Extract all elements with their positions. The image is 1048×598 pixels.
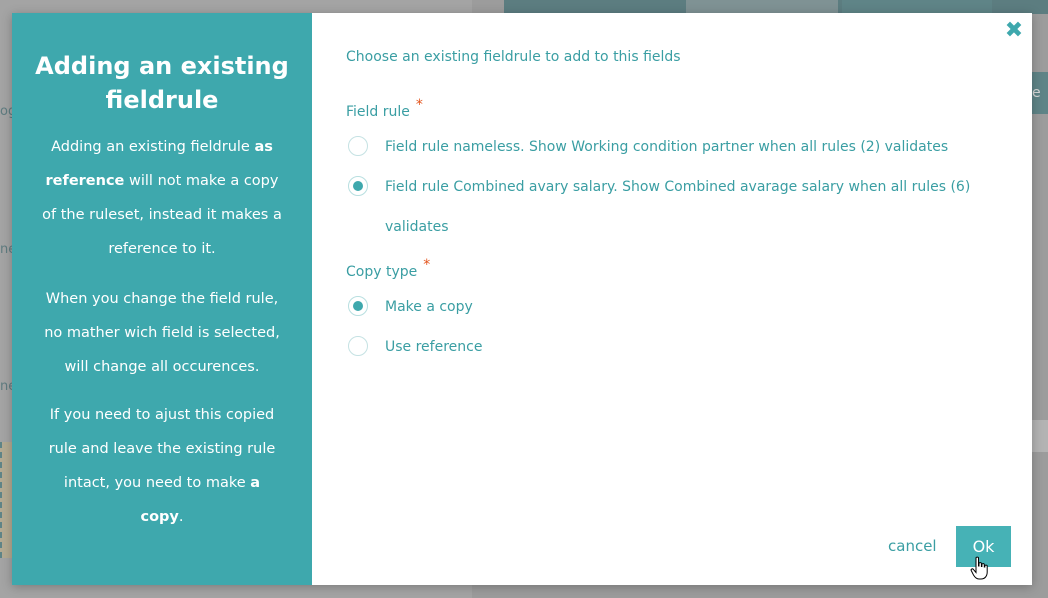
dialog-intro-text: Choose an existing fieldrule to add to t… xyxy=(346,49,681,65)
field-rule-label: Field rule * xyxy=(346,97,423,120)
radio-option-label: Use reference xyxy=(385,339,483,355)
dialog-info-sidebar: Adding an existing fieldrule Adding an e… xyxy=(12,13,312,585)
info-paragraph-change: When you change the field rule, no mathe… xyxy=(44,291,280,375)
radio-option-label: Make a copy xyxy=(385,299,473,315)
field-rule-option-nameless[interactable]: Field rule nameless. Show Working condit… xyxy=(348,136,988,158)
background-right-strip xyxy=(1032,420,1048,452)
cancel-button[interactable]: cancel xyxy=(888,537,937,555)
hand-cursor-icon xyxy=(970,556,988,580)
info-text: If you need to ajust this copied rule an… xyxy=(48,407,276,491)
background-topbar xyxy=(504,0,1048,14)
copy-type-option-make-copy[interactable]: Make a copy xyxy=(348,296,988,318)
radio-option-label: Field rule nameless. Show Working condit… xyxy=(385,139,949,155)
background-topbar-segment xyxy=(842,0,992,14)
required-marker: * xyxy=(423,257,431,273)
background-topbar-segment xyxy=(686,0,838,14)
background-highlight-block xyxy=(0,442,12,558)
radio-button[interactable] xyxy=(348,136,368,156)
info-paragraph-copy: If you need to ajust this copied rule an… xyxy=(40,398,284,534)
radio-button-checked[interactable] xyxy=(348,296,368,316)
copy-type-label-text: Copy type xyxy=(346,264,418,280)
radio-button[interactable] xyxy=(348,336,368,356)
info-paragraph-reference: Adding an existing fieldrule as referenc… xyxy=(40,130,284,266)
field-rule-label-text: Field rule xyxy=(346,104,410,120)
copy-type-label: Copy type * xyxy=(346,257,430,280)
background-right-tab: e g xyxy=(1032,72,1048,114)
required-marker: * xyxy=(415,97,423,113)
radio-option-label: Field rule Combined avary salary. Show C… xyxy=(385,179,971,235)
info-text: Adding an existing fieldrule xyxy=(51,139,255,155)
add-fieldrule-dialog: Adding an existing fieldrule Adding an e… xyxy=(12,13,1032,585)
dialog-title: Adding an existing fieldrule xyxy=(35,52,289,114)
copy-type-option-use-reference[interactable]: Use reference xyxy=(348,336,988,358)
radio-button-checked[interactable] xyxy=(348,176,368,196)
dialog-main-content: Choose an existing fieldrule to add to t… xyxy=(312,13,1032,585)
field-rule-option-combined-salary[interactable]: Field rule Combined avary salary. Show C… xyxy=(348,176,988,238)
info-text: . xyxy=(178,509,184,525)
